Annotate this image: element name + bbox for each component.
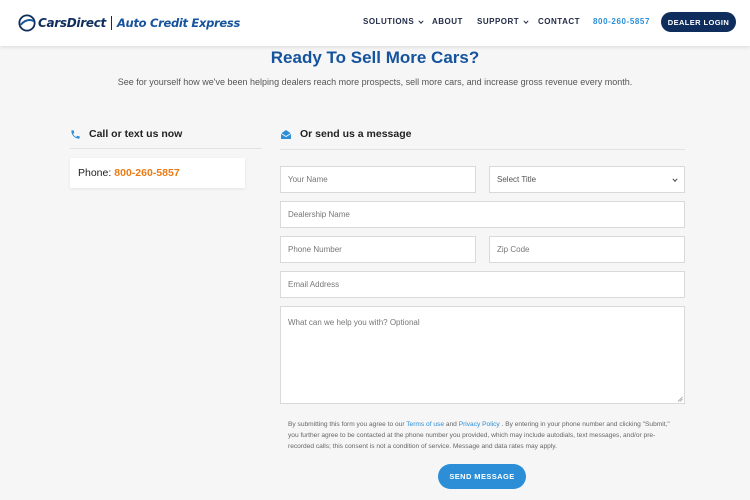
page-subtitle: See for yourself how we've been helping … bbox=[117, 77, 633, 87]
logo-divider bbox=[110, 16, 112, 30]
consent-disclaimer: By submitting this form you agree to our… bbox=[288, 419, 676, 452]
site-logo[interactable]: CarsDirect Auto Credit Express bbox=[18, 13, 240, 33]
email-address-input[interactable]: Email Address bbox=[280, 271, 685, 298]
message-heading-text: Or send us a message bbox=[300, 128, 412, 140]
nav-about[interactable]: ABOUT bbox=[432, 17, 463, 26]
your-name-input[interactable]: Your Name bbox=[280, 166, 476, 193]
header-phone-link[interactable]: 800-260-5857 bbox=[593, 17, 650, 26]
call-divider bbox=[70, 148, 262, 149]
disclaimer-text-1: By submitting this form you agree to our bbox=[288, 421, 407, 428]
dealership-name-input[interactable]: Dealership Name bbox=[280, 201, 685, 228]
envelope-icon bbox=[280, 129, 292, 139]
nav-support[interactable]: SUPPORT bbox=[477, 17, 529, 26]
call-section-heading: Call or text us now bbox=[70, 128, 182, 140]
chevron-down-icon bbox=[672, 178, 678, 182]
phone-card: Phone: 800-260-5857 bbox=[70, 158, 245, 188]
phone-number-input[interactable]: Phone Number bbox=[280, 236, 476, 263]
message-placeholder: What can we help you with? Optional bbox=[288, 318, 420, 327]
disclaimer-and: and bbox=[444, 421, 459, 428]
nav-contact[interactable]: CONTACT bbox=[538, 17, 580, 26]
title-select-value: Select Title bbox=[497, 175, 537, 184]
carsdirect-swoosh-icon bbox=[18, 14, 36, 32]
logo-text-carsdirect: CarsDirect bbox=[38, 16, 106, 30]
nav-contact-label: CONTACT bbox=[538, 17, 581, 26]
nav-solutions-label: SOLUTIONS bbox=[363, 17, 415, 26]
page-title: Ready To Sell More Cars? bbox=[270, 48, 480, 67]
terms-of-use-link[interactable]: Terms of use bbox=[406, 421, 444, 428]
resize-handle-icon[interactable] bbox=[677, 396, 683, 402]
send-message-button[interactable]: SEND MESSAGE bbox=[438, 464, 526, 489]
site-header: CarsDirect Auto Credit Express SOLUTIONS… bbox=[0, 0, 750, 46]
dealer-login-button[interactable]: DEALER LOGIN bbox=[661, 12, 736, 32]
message-section-heading: Or send us a message bbox=[280, 128, 411, 140]
logo-text-ace: Auto Credit Express bbox=[116, 16, 240, 30]
chevron-down-icon bbox=[418, 19, 424, 24]
phone-label: Phone: bbox=[78, 167, 112, 179]
nav-about-label: ABOUT bbox=[432, 17, 463, 26]
message-textarea[interactable]: What can we help you with? Optional bbox=[280, 306, 685, 404]
zip-code-input[interactable]: Zip Code bbox=[489, 236, 685, 263]
title-select[interactable]: Select Title bbox=[489, 166, 685, 193]
nav-support-label: SUPPORT bbox=[477, 17, 520, 26]
phone-number-link[interactable]: 800-260-5857 bbox=[114, 167, 179, 179]
chevron-down-icon bbox=[523, 19, 529, 24]
call-heading-text: Call or text us now bbox=[89, 128, 183, 140]
form-divider bbox=[280, 149, 685, 150]
privacy-policy-link[interactable]: Privacy Policy bbox=[459, 421, 500, 428]
phone-icon bbox=[71, 129, 80, 139]
nav-solutions[interactable]: SOLUTIONS bbox=[363, 17, 424, 26]
